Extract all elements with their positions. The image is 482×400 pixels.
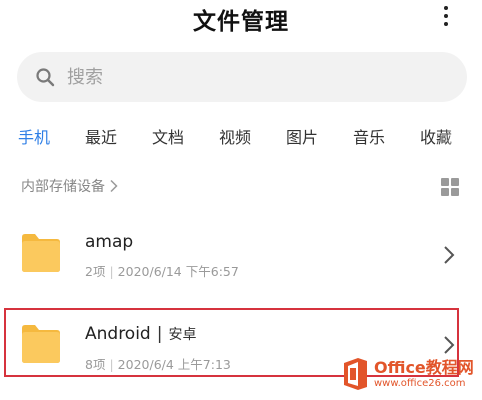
watermark-url: www.office26.com [374, 377, 466, 389]
breadcrumb[interactable]: 内部存储设备 [21, 176, 119, 196]
breadcrumb-label: 内部存储设备 [21, 179, 105, 195]
more-vertical-icon [444, 6, 448, 10]
chevron-right-icon [444, 246, 455, 264]
search-bar[interactable] [17, 52, 467, 102]
folder-name: amap [85, 232, 133, 252]
grid-cell [441, 188, 449, 196]
watermark-text: Office教程网 www.office26.com [374, 357, 474, 389]
search-input[interactable] [67, 52, 447, 102]
folder-date: 2020/6/14 下午6:57 [117, 264, 239, 279]
office-logo-icon [344, 358, 367, 390]
tab-music[interactable]: 音乐 [353, 124, 385, 148]
folder-icon [22, 234, 60, 272]
watermark: Office教程网 www.office26.com [340, 352, 482, 396]
folder-row-amap[interactable]: amap 2项 | 2020/6/14 下午6:57 [0, 215, 482, 295]
tab-documents[interactable]: 文档 [152, 124, 184, 148]
header: 文件管理 [0, 0, 482, 38]
grid-cell [451, 178, 459, 186]
grid-cell [451, 188, 459, 196]
category-tabs: 手机 最近 文档 视频 图片 音乐 收藏 [0, 120, 482, 150]
tab-videos[interactable]: 视频 [219, 124, 251, 148]
more-vertical-icon-dot [444, 22, 448, 26]
tab-pictures[interactable]: 图片 [286, 124, 318, 148]
tab-phone[interactable]: 手机 [18, 124, 50, 148]
search-icon [36, 68, 55, 87]
more-options-button[interactable] [440, 3, 452, 29]
grid-cell [441, 178, 449, 186]
folder-name-text: amap [85, 232, 134, 252]
watermark-brand: Office教程网 [374, 357, 474, 377]
grid-view-icon[interactable] [441, 178, 459, 196]
meta-separator: | [109, 264, 114, 279]
folder-meta: 2项 | 2020/6/14 下午6:57 [85, 261, 239, 280]
folder-item-count: 2项 [85, 264, 106, 279]
chevron-right-icon [110, 179, 118, 193]
more-vertical-icon-dot [444, 14, 448, 18]
tab-recent[interactable]: 最近 [85, 124, 117, 148]
page-title: 文件管理 [193, 9, 289, 35]
tabs-fade-overlay [442, 120, 482, 150]
